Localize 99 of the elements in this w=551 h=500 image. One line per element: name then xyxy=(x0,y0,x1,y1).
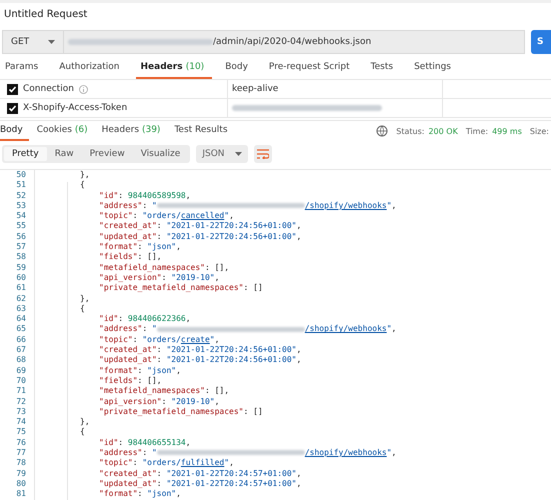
request-tab[interactable]: Params xyxy=(0,59,46,79)
code-line: }, xyxy=(79,417,90,428)
checkbox[interactable] xyxy=(7,102,18,114)
line-number: 77 xyxy=(15,448,27,458)
wrap-icon xyxy=(256,149,269,159)
format-dropdown[interactable]: JSON xyxy=(196,145,248,163)
wrap-lines-button[interactable] xyxy=(254,145,272,163)
request-tab[interactable]: Pre-request Script xyxy=(264,59,358,79)
code-line: "address": " /shopify/webhooks", xyxy=(98,324,396,335)
code-line: "created_at": "2021-01-22T20:24:56+01:00", xyxy=(98,345,302,356)
view-mode-button[interactable]: Preview xyxy=(82,147,133,161)
request-title: Untitled Request xyxy=(3,8,88,22)
line-number: 54 xyxy=(15,211,27,222)
line-number: 52 xyxy=(15,190,27,201)
code-line: "api_version": "2019-10", xyxy=(98,396,220,407)
time-value: 499 ms xyxy=(492,126,522,136)
response-tab[interactable]: Body xyxy=(0,122,29,140)
header-key: X-Shopify-Access-Token xyxy=(23,103,128,113)
code-line: "format": "json", xyxy=(98,242,181,252)
code-line: "topic": "orders/cancelled", xyxy=(98,211,234,222)
code-line: "updated_at": "2021-01-22T20:24:56+01:00", xyxy=(98,355,302,366)
line-number: 57 xyxy=(15,242,27,252)
line-number: 73 xyxy=(15,406,27,418)
code-line: "id": 984406589598, xyxy=(98,190,191,201)
view-mode-button[interactable]: Raw xyxy=(46,147,82,161)
code-line: "api_version": "2019-10", xyxy=(98,272,220,284)
code-line: { xyxy=(79,427,85,438)
code-line: "created_at": "2021-01-22T20:24:56+01:00", xyxy=(98,221,302,232)
line-number: 51 xyxy=(15,180,27,191)
line-number: 76 xyxy=(15,438,27,448)
line-number: 59 xyxy=(15,262,27,273)
line-number: 79 xyxy=(15,468,27,479)
code-line: "topic": "orders/create", xyxy=(98,334,220,346)
header-key: Connection xyxy=(23,84,74,94)
line-number: 66 xyxy=(15,334,27,346)
caret-icon xyxy=(48,40,55,44)
code-line: "created_at": "2021-01-22T20:24:57+01:00", xyxy=(98,468,302,479)
line-number: 71 xyxy=(15,386,27,397)
code-line: "private_metafield_namespaces": [] xyxy=(98,406,263,418)
line-number: 68 xyxy=(15,355,27,366)
line-number: 63 xyxy=(15,304,27,314)
status-label: Status: xyxy=(396,126,424,136)
code-line: "fields": [], xyxy=(98,252,162,263)
method-dropdown[interactable]: GET xyxy=(2,30,64,54)
view-mode-button[interactable]: Pretty xyxy=(4,147,47,161)
code-line: "id": 984406622366, xyxy=(98,314,191,324)
line-number: 78 xyxy=(15,458,27,469)
code-line: { xyxy=(79,180,85,191)
line-number: 60 xyxy=(15,272,27,284)
code-line: "address": " /shopify/webhooks", xyxy=(98,448,396,458)
request-tab[interactable]: Body xyxy=(220,59,256,79)
header-value: keep-alive xyxy=(232,84,278,94)
code-line: "topic": "orders/fulfilled", xyxy=(98,458,234,469)
globe-icon xyxy=(376,125,388,137)
request-tab[interactable]: Headers (10) xyxy=(136,59,212,79)
code-line: "id": 984406655134, xyxy=(98,438,191,448)
response-tab[interactable]: Headers (39) xyxy=(102,122,166,140)
code-line: "updated_at": "2021-01-22T20:24:56+01:00", xyxy=(98,232,302,242)
line-number: 65 xyxy=(15,324,27,335)
line-number: 74 xyxy=(15,417,27,428)
line-number: 81 xyxy=(15,489,27,500)
view-mode-button[interactable]: Visualize xyxy=(132,147,188,161)
line-number: 55 xyxy=(15,221,27,232)
line-number: 50 xyxy=(15,170,27,180)
code-line: "format": "json", xyxy=(98,489,181,500)
code-line: }, xyxy=(79,294,90,304)
request-tab[interactable]: Tests xyxy=(366,59,402,79)
line-number: 56 xyxy=(15,232,27,242)
line-number: 80 xyxy=(15,478,27,490)
url-field[interactable]: /admin/api/2020-04/webhooks.json xyxy=(64,30,525,54)
line-number: 58 xyxy=(15,252,27,263)
caret-icon xyxy=(234,152,242,156)
code-line: "private_metafield_namespaces": [] xyxy=(98,283,263,294)
request-tab[interactable]: Settings xyxy=(409,59,459,79)
code-line: "metafield_namespaces": [], xyxy=(98,386,230,397)
line-number: 70 xyxy=(15,376,27,386)
line-number: 62 xyxy=(15,294,27,304)
size-label: Size: xyxy=(530,126,549,136)
response-tab[interactable]: Cookies (6) xyxy=(36,122,94,140)
line-number: 61 xyxy=(15,283,27,294)
response-tab[interactable]: Test Results xyxy=(174,122,234,140)
line-number: 69 xyxy=(15,366,27,376)
line-number: 64 xyxy=(15,314,27,324)
code-line: "metafield_namespaces": [], xyxy=(98,262,230,273)
code-line: { xyxy=(79,304,85,314)
checkbox[interactable] xyxy=(7,84,18,94)
code-line: "fields": [], xyxy=(98,376,162,386)
line-number: 72 xyxy=(15,396,27,407)
request-tab[interactable]: Authorization xyxy=(54,59,128,79)
code-line: "address": " /shopify/webhooks", xyxy=(98,200,396,212)
status-value: 200 OK xyxy=(428,126,458,136)
code-line: }, xyxy=(79,170,90,180)
send-button[interactable]: S xyxy=(531,30,551,54)
line-number: 75 xyxy=(15,427,27,438)
time-label: Time: xyxy=(466,126,488,136)
code-line: "updated_at": "2021-01-22T20:24:57+01:00", xyxy=(98,478,302,490)
line-number: 67 xyxy=(15,345,27,356)
line-number: 53 xyxy=(15,200,27,212)
code-line: "format": "json", xyxy=(98,366,181,376)
